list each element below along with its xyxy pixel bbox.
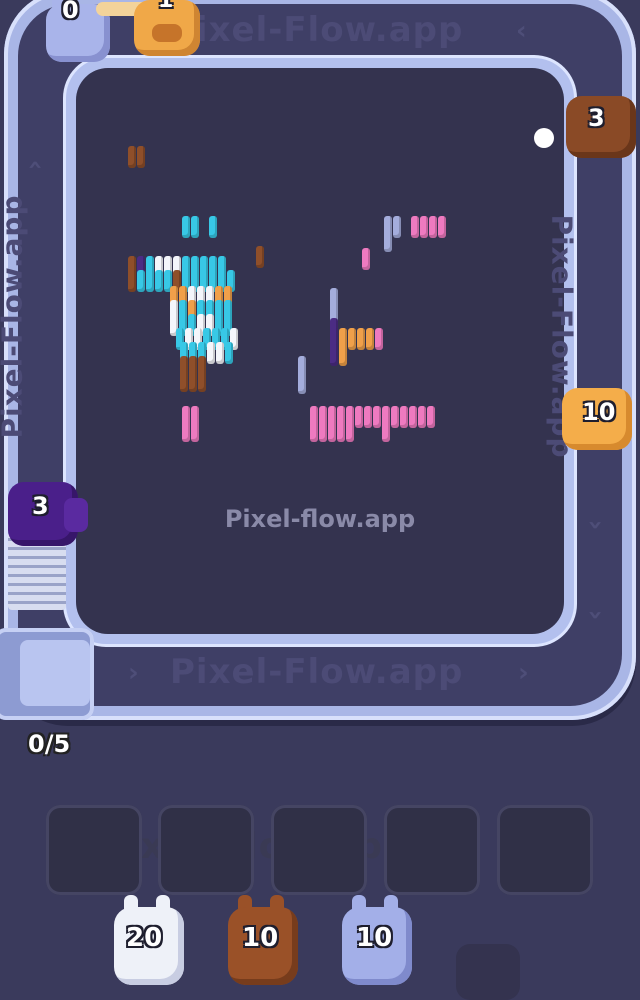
- pixel-block: [146, 270, 154, 292]
- pixel-block: [310, 420, 318, 442]
- track-watermark-top: Pixel-Flow.app: [170, 10, 464, 50]
- pixel-block: [182, 420, 190, 442]
- pixel-block: [198, 370, 206, 392]
- waiting-count: 10: [356, 923, 393, 953]
- waiting-character[interactable]: 20: [110, 895, 190, 995]
- pixel-block: [409, 406, 417, 428]
- pixel-block: [411, 216, 419, 238]
- projectile: [534, 128, 554, 148]
- pixel-block: [137, 146, 145, 168]
- pixel-block: [373, 406, 381, 428]
- waiting-character[interactable]: 10: [338, 895, 418, 995]
- pixel-block: [366, 328, 374, 350]
- pixel-block: [375, 328, 383, 350]
- pixel-block: [364, 406, 372, 428]
- holding-slot[interactable]: [271, 805, 367, 895]
- shooter-character-top[interactable]: 1: [130, 0, 204, 66]
- pixel-block: [348, 328, 356, 350]
- pixel-block: [418, 406, 426, 428]
- chevron-up-icon: ›: [580, 609, 611, 621]
- track-watermark-left: Pixel-Flow.app: [0, 194, 29, 439]
- chevron-down-icon: ‹: [20, 159, 51, 171]
- shooter-count: 10: [582, 398, 616, 426]
- pixel-board: [76, 68, 564, 634]
- pixel-block: [438, 216, 446, 238]
- chevron-left-icon: ‹: [516, 16, 527, 46]
- pixel-block: [339, 344, 347, 366]
- shooter-count: 0: [62, 0, 79, 24]
- empty-queue-spot: [456, 944, 520, 1000]
- waiting-count: 20: [126, 923, 163, 953]
- pixel-block: [420, 216, 428, 238]
- pixel-block: [191, 420, 199, 442]
- pixel-block: [298, 372, 306, 394]
- chevron-right-icon: ›: [128, 658, 139, 688]
- shooter-count: 3: [32, 492, 49, 520]
- pixel-block: [355, 406, 363, 428]
- shooter-character-right-upper[interactable]: 3: [558, 90, 640, 166]
- shooter-count: 1: [158, 0, 174, 13]
- pixel-block: [180, 370, 188, 392]
- pixel-block: [384, 230, 392, 252]
- pixel-block: [209, 216, 217, 238]
- pixel-block: [191, 216, 199, 238]
- character-fist: [64, 498, 88, 532]
- pixel-block: [337, 420, 345, 442]
- pixel-block: [362, 248, 370, 270]
- pixel-block: [256, 246, 264, 268]
- queue-counter: 0/5: [28, 730, 71, 758]
- pixel-block: [429, 216, 437, 238]
- pixel-block: [346, 420, 354, 442]
- shooter-character-right-middle[interactable]: 10: [552, 384, 636, 460]
- pixel-block: [137, 270, 145, 292]
- pixel-block: [391, 406, 399, 428]
- pixel-block: [357, 328, 365, 350]
- shooter-count: 3: [588, 104, 605, 132]
- pixel-block: [328, 420, 336, 442]
- chevron-right-icon: ›: [518, 658, 529, 688]
- pixel-block: [128, 270, 136, 292]
- pixel-block: [427, 406, 435, 428]
- pixel-block: [400, 406, 408, 428]
- pixel-block: [182, 216, 190, 238]
- holding-slot[interactable]: [46, 805, 142, 895]
- pixel-block: [216, 342, 224, 364]
- holding-slot[interactable]: [497, 805, 593, 895]
- board-watermark: Pixel-flow.app: [224, 505, 416, 533]
- waiting-count: 10: [242, 923, 279, 953]
- holding-slot[interactable]: [158, 805, 254, 895]
- shooter-character-left[interactable]: 3: [4, 478, 90, 556]
- pixel-block: [128, 146, 136, 168]
- pixel-block: [155, 270, 163, 292]
- pixel-block: [330, 344, 338, 366]
- track-watermark-bottom: Pixel-Flow.app: [170, 652, 464, 692]
- pixel-block: [189, 370, 197, 392]
- waiting-character[interactable]: 10: [224, 895, 304, 995]
- holding-slot[interactable]: [384, 805, 480, 895]
- pixel-block: [225, 342, 233, 364]
- pixel-block: [382, 420, 390, 442]
- pixel-block: [393, 216, 401, 238]
- character-face: [152, 24, 182, 42]
- feeder-top: [20, 640, 90, 706]
- pixel-block: [207, 342, 215, 364]
- pixel-block: [319, 420, 327, 442]
